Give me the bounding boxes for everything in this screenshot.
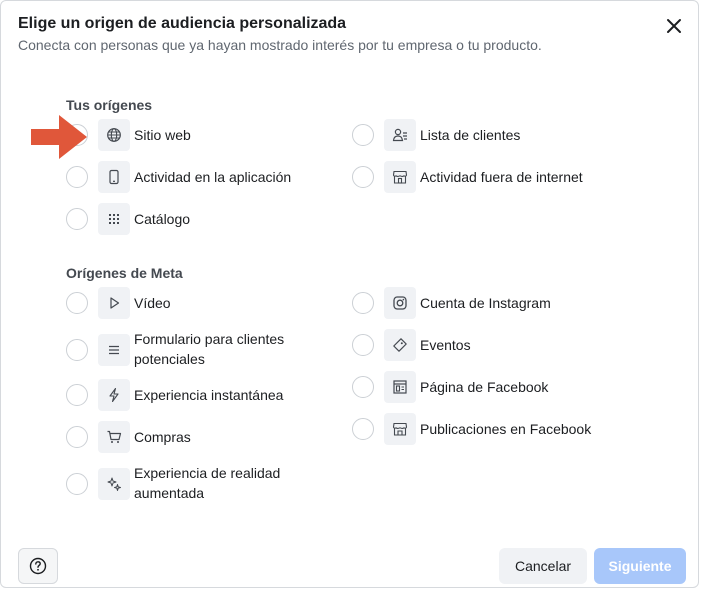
cancel-button[interactable]: Cancelar	[499, 548, 587, 584]
option-label: Lista de clientes	[420, 127, 521, 143]
option-label-line: aumentada	[134, 485, 205, 501]
icon-box	[384, 119, 416, 151]
option-pagina-facebook[interactable]: Página de Facebook	[352, 371, 612, 403]
help-button[interactable]	[18, 548, 58, 584]
radio-button[interactable]	[352, 124, 374, 146]
dialog-title: Elige un origen de audiencia personaliza…	[18, 15, 347, 32]
option-label: Cuenta de Instagram	[420, 295, 551, 311]
option-cuenta-instagram[interactable]: Cuenta de Instagram	[352, 287, 612, 319]
option-label: Compras	[134, 429, 191, 445]
play-icon	[110, 297, 120, 309]
section-heading-origenes-meta: Orígenes de Meta	[66, 265, 183, 281]
option-video[interactable]: Vídeo	[66, 287, 326, 319]
option-label-line: Experiencia de realidad	[134, 465, 281, 481]
option-actividad-fuera-internet[interactable]: Actividad fuera de internet	[352, 161, 622, 193]
icon-box	[98, 421, 130, 453]
option-eventos[interactable]: Eventos	[352, 329, 612, 361]
lightning-icon	[109, 387, 119, 403]
icon-box	[98, 161, 130, 193]
custom-audience-dialog: Elige un origen de audiencia personaliza…	[0, 0, 699, 588]
option-experiencia-instantanea[interactable]: Experiencia instantánea	[66, 379, 326, 411]
close-button[interactable]	[663, 15, 685, 37]
radio-button[interactable]	[66, 384, 88, 406]
option-label: Sitio web	[134, 127, 191, 143]
radio-button[interactable]	[66, 473, 88, 495]
option-formulario-clientes-potenciales[interactable]: Formulario para clientes potenciales	[66, 329, 336, 371]
cart-icon	[107, 430, 122, 443]
shop-icon	[392, 422, 408, 436]
radio-button[interactable]	[66, 339, 88, 361]
option-label: Vídeo	[134, 295, 171, 311]
radio-button[interactable]	[352, 418, 374, 440]
icon-box	[98, 287, 130, 319]
icon-box	[384, 413, 416, 445]
icon-box	[98, 468, 130, 500]
radio-button[interactable]	[66, 292, 88, 314]
radio-button[interactable]	[352, 166, 374, 188]
radio-button[interactable]	[66, 208, 88, 230]
option-label: Formulario para clientes potenciales	[134, 329, 284, 369]
form-icon	[109, 345, 119, 355]
icon-box	[98, 119, 130, 151]
radio-button[interactable]	[66, 426, 88, 448]
section-heading-tus-origenes: Tus orígenes	[66, 97, 153, 113]
option-sitio-web[interactable]: Sitio web	[66, 119, 326, 151]
option-compras[interactable]: Compras	[66, 421, 326, 453]
option-label: Publicaciones en Facebook	[420, 421, 592, 437]
option-label-line: Formulario para clientes	[134, 331, 285, 347]
facebook-page-icon	[393, 380, 407, 394]
option-publicaciones-facebook[interactable]: Publicaciones en Facebook	[352, 413, 622, 445]
globe-icon	[107, 128, 121, 142]
close-icon	[667, 19, 681, 33]
icon-box	[384, 329, 416, 361]
radio-button[interactable]	[352, 334, 374, 356]
next-button[interactable]: Siguiente	[594, 548, 686, 584]
icon-box	[384, 371, 416, 403]
option-label-line: potenciales	[134, 351, 205, 367]
mobile-icon	[109, 169, 119, 185]
option-label: Catálogo	[134, 211, 191, 227]
icon-box	[384, 287, 416, 319]
option-label: Experiencia de realidad aumentada	[134, 463, 280, 503]
option-lista-de-clientes[interactable]: Lista de clientes	[352, 119, 612, 151]
store-icon	[392, 170, 408, 184]
dialog-subtitle: Conecta con personas que ya hayan mostra…	[18, 37, 542, 53]
option-label: Eventos	[420, 337, 471, 353]
grid-icon	[109, 214, 119, 224]
radio-button[interactable]	[352, 376, 374, 398]
option-realidad-aumentada[interactable]: Experiencia de realidad aumentada	[66, 463, 336, 505]
option-catalogo[interactable]: Catálogo	[66, 203, 326, 235]
radio-button[interactable]	[66, 166, 88, 188]
option-label: Página de Facebook	[420, 379, 549, 395]
radio-button[interactable]	[352, 292, 374, 314]
instagram-icon	[393, 296, 407, 310]
help-icon	[29, 557, 47, 575]
annotation-arrow-icon	[31, 115, 87, 159]
option-label: Experiencia instantánea	[134, 387, 284, 403]
icon-box	[384, 161, 416, 193]
icon-box	[98, 379, 130, 411]
option-label: Actividad en la aplicación	[134, 169, 292, 185]
option-actividad-aplicacion[interactable]: Actividad en la aplicación	[66, 161, 336, 193]
option-label: Actividad fuera de internet	[420, 169, 583, 185]
icon-box	[98, 334, 130, 366]
sparkle-icon	[107, 477, 121, 491]
user-list-icon	[392, 128, 407, 142]
icon-box	[98, 203, 130, 235]
ticket-icon	[393, 338, 407, 352]
